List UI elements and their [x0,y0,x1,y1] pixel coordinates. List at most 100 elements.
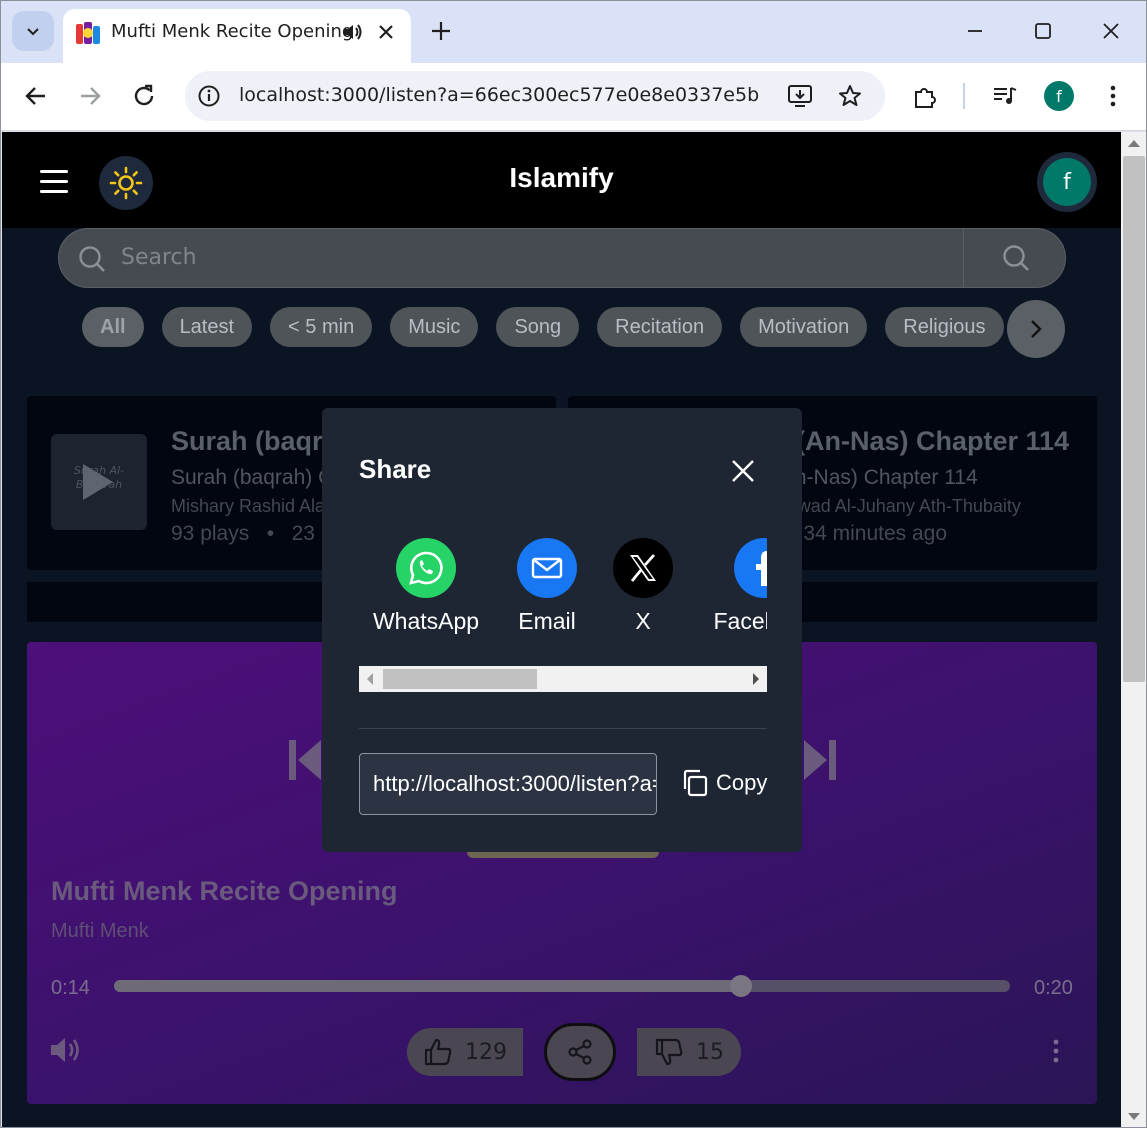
copy-icon [683,769,708,797]
chips-next-button[interactable] [1007,300,1065,358]
share-facebook-label: Facebook [713,608,767,634]
site-info-icon[interactable] [197,84,221,108]
page-scrollbar[interactable] [1121,132,1146,1127]
maximize-icon[interactable] [1031,19,1055,43]
share-email[interactable]: Email [513,538,581,635]
close-icon[interactable] [726,454,760,488]
user-avatar[interactable]: f [1037,152,1097,212]
chip-song[interactable]: Song [496,307,580,347]
dialog-divider [359,728,767,729]
like-count: 129 [465,1039,507,1065]
play-icon[interactable] [83,464,113,500]
scrollbar-thumb[interactable] [383,669,537,689]
dislike-button[interactable]: 15 [637,1028,741,1076]
total-duration: 0:20 [1034,977,1073,999]
browser-tab[interactable]: Mufti Menk Recite Opening [63,9,411,63]
bookmark-star-icon[interactable] [837,83,863,109]
app-favicon-icon [76,22,100,44]
dislike-count: 15 [696,1039,724,1065]
skip-previous-icon[interactable] [287,738,323,782]
now-playing-title: Mufti Menk Recite Opening [51,876,398,906]
chip-all[interactable]: All [82,307,144,347]
share-x[interactable]: X [613,538,673,635]
search-bar[interactable]: Search [58,228,1066,288]
card-plays: 93 plays [171,522,250,545]
chip-under-5-min[interactable]: < 5 min [270,307,373,347]
minimize-icon[interactable] [963,19,987,43]
tab-title: Mufti Menk Recite Opening [111,21,354,42]
share-button[interactable] [544,1023,616,1081]
scroll-up-arrow-icon[interactable] [1128,140,1140,147]
scroll-right-arrow-icon[interactable] [753,673,759,685]
share-x-label: X [635,608,651,634]
chip-religious[interactable]: Religious [885,307,1004,347]
chevron-down-icon [27,28,39,36]
chip-music[interactable]: Music [390,307,479,347]
skip-next-icon[interactable] [802,738,838,782]
back-arrow-icon[interactable] [23,83,49,109]
chevron-right-icon [1031,320,1042,338]
share-dialog: Share WhatsApp Email X Face http://local… [322,408,802,852]
page-scrollbar-thumb[interactable] [1123,156,1145,682]
address-bar[interactable]: localhost:3000/listen?a=66ec300ec577e0e8… [185,71,885,121]
kebab-menu-icon[interactable] [1101,83,1125,109]
more-options-icon[interactable] [1051,1038,1061,1064]
share-targets: WhatsApp Email X Face [359,538,767,648]
meta-separator: • [255,522,286,545]
share-whatsapp-label: WhatsApp [372,608,480,634]
x-logo-icon [613,538,673,598]
card-thumbnail: Surah Al-Baqarah [51,434,147,530]
new-tab-plus-icon[interactable] [427,17,455,45]
card-age: 34 minutes ago [803,522,948,545]
page-viewport: Islamify f Search All Latest < 5 min Music S… [2,132,1121,1127]
brand-title[interactable]: Islamify [2,162,1121,194]
install-app-icon[interactable] [787,83,815,109]
scroll-left-arrow-icon[interactable] [367,673,373,685]
share-targets-scrollbar[interactable] [359,666,767,692]
search-button[interactable] [963,229,1067,287]
now-playing-artist[interactable]: Mufti Menk [51,920,149,943]
share-facebook[interactable]: Facebook [709,538,767,635]
like-button[interactable]: 129 [407,1028,523,1076]
browser-window: Mufti Menk Recite Opening localhost:3000… [0,0,1147,1128]
toolbar-divider [963,83,965,109]
search-input[interactable]: Search [121,245,197,270]
dialog-title: Share [359,454,432,484]
share-url-text[interactable]: http://localhost:3000/listen?a=66ec300ec… [373,771,656,797]
facebook-icon [734,538,767,598]
tab-search-button[interactable] [12,11,54,51]
category-chips: All Latest < 5 min Music Song Recitation Motiv… [82,307,1042,349]
seek-bar[interactable] [114,975,1010,997]
url-text[interactable]: localhost:3000/listen?a=66ec300ec577e0e8… [239,84,759,106]
share-email-label: Email [518,608,576,634]
share-whatsapp[interactable]: WhatsApp [359,538,493,635]
close-tab-icon[interactable] [375,21,397,43]
extensions-puzzle-icon[interactable] [911,83,939,111]
share-url-field[interactable]: http://localhost:3000/listen?a=66ec300ec… [359,753,657,815]
reload-icon[interactable] [131,83,157,109]
scroll-down-arrow-icon[interactable] [1128,1113,1140,1120]
close-window-icon[interactable] [1099,19,1123,43]
email-icon [517,538,577,598]
copy-link-button[interactable]: Copy [680,768,767,798]
search-submit-icon [1002,245,1029,271]
speaker-icon[interactable] [341,21,363,43]
forward-arrow-icon[interactable] [77,83,103,109]
seek-bar-handle[interactable] [730,975,753,997]
chip-motivation[interactable]: Motivation [740,307,868,347]
elapsed-time: 0:14 [51,977,90,999]
chip-latest[interactable]: Latest [161,307,253,347]
avatar-initial: f [1043,158,1091,206]
share-icon [568,1039,592,1065]
media-control-icon[interactable] [991,83,1019,109]
volume-icon[interactable] [49,1035,83,1065]
whatsapp-icon [396,538,456,598]
chip-recitation[interactable]: Recitation [597,307,723,347]
thumbs-up-icon [424,1038,452,1066]
seek-bar-fill [114,980,742,992]
search-icon [79,246,105,272]
browser-toolbar: localhost:3000/listen?a=66ec300ec577e0e8… [1,63,1146,131]
app-header: Islamify f [2,132,1121,228]
thumbs-down-icon [655,1038,683,1066]
browser-profile-avatar[interactable]: f [1044,81,1074,111]
